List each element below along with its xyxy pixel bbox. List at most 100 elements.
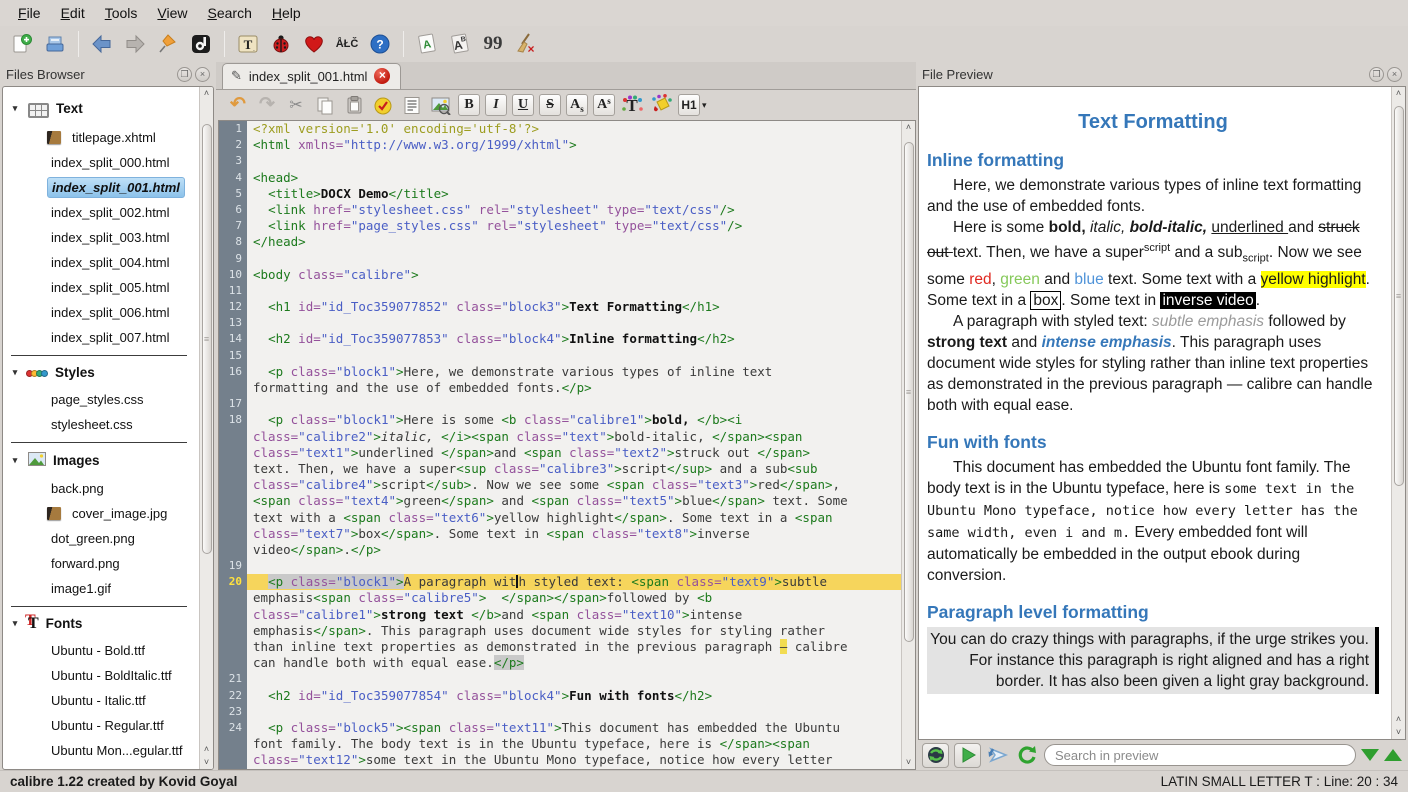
forward-button[interactable]	[121, 30, 149, 58]
section-header-fonts[interactable]: ▾TTFonts	[3, 609, 199, 638]
code-row[interactable]: class="text7">box</span>. Some text in <…	[219, 526, 901, 542]
file-item[interactable]: Ubuntu Mon...egular.ttf	[3, 738, 199, 763]
code-row[interactable]: class="text12">some text in the Ubuntu M…	[219, 752, 901, 768]
scroll-up-arrow[interactable]: ˄	[204, 87, 209, 100]
code-row[interactable]: 19	[219, 558, 901, 574]
code-row[interactable]: 17	[219, 396, 901, 412]
code-row[interactable]: emphasis<span class="calibre5"> </span><…	[219, 590, 901, 606]
text-color-button[interactable]: T	[620, 93, 644, 117]
file-item[interactable]: index_split_003.html	[3, 225, 199, 250]
code-row[interactable]: can handle both with equal ease.</p>	[219, 655, 901, 671]
code-row[interactable]: formatting and the use of embedded fonts…	[219, 380, 901, 396]
code-row[interactable]: 24 <p class="block5"><span class="text11…	[219, 720, 901, 736]
preview-scrollbar-thumb[interactable]: ≡	[1394, 106, 1404, 486]
code-row[interactable]: 10<body class="calibre">	[219, 267, 901, 283]
save-button[interactable]	[41, 30, 69, 58]
menu-file[interactable]: File	[8, 1, 51, 25]
close-panel-button[interactable]: ×	[1387, 67, 1402, 82]
file-item[interactable]: index_split_006.html	[3, 300, 199, 325]
file-item[interactable]: cover_image.jpg	[3, 501, 199, 526]
subscript-button[interactable]: As	[566, 94, 588, 116]
cut-button[interactable]: ✂	[284, 93, 308, 117]
code-row[interactable]: 6 <link href="stylesheet.css" rel="style…	[219, 202, 901, 218]
file-item[interactable]: index_split_002.html	[3, 200, 199, 225]
code-row[interactable]: class="calibre4">script</sub>. Now we se…	[219, 477, 901, 493]
file-item[interactable]: Ubuntu - Regular.ttf	[3, 713, 199, 738]
smarten-punctuation-button[interactable]: 99	[479, 30, 507, 58]
redo-button[interactable]: ↷	[255, 93, 279, 117]
code-row[interactable]: 21	[219, 671, 901, 687]
scroll-up-arrow[interactable]: ˄	[906, 121, 911, 134]
file-item[interactable]: dot_green.png	[3, 526, 199, 551]
chevron-down-icon[interactable]: ▾	[9, 455, 21, 466]
preview-scrollbar[interactable]: ˄ ≡ ˄ ˅	[1391, 87, 1405, 739]
calibre-logo-icon[interactable]	[187, 30, 215, 58]
code-row[interactable]: text with a <span class="text6">yellow h…	[219, 510, 901, 526]
code-row[interactable]: class="calibre1">strong text </b>and <sp…	[219, 607, 901, 623]
chevron-down-icon[interactable]: ▾	[9, 367, 21, 378]
file-item[interactable]: index_split_000.html	[3, 150, 199, 175]
bold-button[interactable]: B	[458, 94, 480, 116]
find-previous-icon[interactable]	[1384, 749, 1402, 761]
file-item[interactable]: image1.gif	[3, 576, 199, 601]
create-checkpoint-pin-icon[interactable]	[154, 30, 182, 58]
remove-unused-css-broom-icon[interactable]: ×	[512, 30, 540, 58]
code-row[interactable]: emphasis</span>. This paragraph uses doc…	[219, 623, 901, 639]
chevron-down-icon[interactable]: ▾	[9, 618, 21, 629]
new-file-button[interactable]	[8, 30, 36, 58]
scroll-up-arrow[interactable]: ˄	[1396, 87, 1401, 100]
code-row[interactable]: 14 <h2 id="id_Toc359077853" class="block…	[219, 331, 901, 347]
code-row-current[interactable]: 20 <p class="block1">A paragraph with st…	[219, 574, 901, 590]
section-header-images[interactable]: ▾Images	[3, 445, 199, 476]
editor-scrollbar-thumb[interactable]: ≡	[904, 142, 914, 642]
section-header-text[interactable]: ▾Text	[3, 91, 199, 125]
section-header-styles[interactable]: ▾Styles	[3, 358, 199, 387]
reload-preview-button[interactable]	[1015, 743, 1039, 767]
follow-cursor-button[interactable]	[986, 743, 1010, 767]
copy-button[interactable]	[313, 93, 337, 117]
chevron-down-icon[interactable]: ▾	[9, 103, 21, 114]
scroll-down-arrow[interactable]: ˅	[204, 756, 209, 769]
check-book-ladybug-icon[interactable]	[267, 30, 295, 58]
scroll-up-arrow[interactable]: ˄	[204, 743, 209, 756]
code-row[interactable]: 1<?xml version='1.0' encoding='utf-8'?>	[219, 121, 901, 137]
file-item[interactable]: index_split_007.html	[3, 325, 199, 350]
sidebar-scrollbar-thumb[interactable]: ≡	[202, 124, 212, 554]
scroll-down-arrow[interactable]: ˅	[1396, 726, 1401, 739]
file-item[interactable]: index_split_005.html	[3, 275, 199, 300]
float-panel-button[interactable]: ❒	[177, 67, 192, 82]
code-row[interactable]: 18 <p class="block1">Here is some <b cla…	[219, 412, 901, 428]
sidebar-scrollbar[interactable]: ˄ ≡ ˄ ˅	[199, 87, 213, 769]
insert-special-character-button[interactable]: ÅŁČ	[333, 30, 361, 58]
help-button[interactable]: ?	[366, 30, 394, 58]
scroll-up-arrow[interactable]: ˄	[1396, 713, 1401, 726]
file-item[interactable]: page_styles.css	[3, 387, 199, 412]
spell-check-button[interactable]: A	[413, 30, 441, 58]
file-item[interactable]: back.png	[3, 476, 199, 501]
tab-index-split-001[interactable]: ✎ index_split_001.html ×	[222, 63, 401, 89]
code-row[interactable]: 16 <p class="block1">Here, we demonstrat…	[219, 364, 901, 380]
code-row[interactable]: 4<head>	[219, 170, 901, 186]
code-row[interactable]: than inline text properties as demonstra…	[219, 639, 901, 655]
file-item[interactable]: Ubuntu - Italic.ttf	[3, 688, 199, 713]
paste-button[interactable]	[342, 93, 366, 117]
code-row[interactable]: 11	[219, 283, 901, 299]
menu-tools[interactable]: Tools	[95, 1, 148, 25]
back-button[interactable]	[88, 30, 116, 58]
code-row[interactable]: class="text1">underlined </span>and <spa…	[219, 445, 901, 461]
code-row[interactable]: 12 <h1 id="id_Toc359077852" class="block…	[219, 299, 901, 315]
editor-scrollbar[interactable]: ˄ ≡ ˅	[901, 121, 915, 769]
file-item[interactable]: index_split_004.html	[3, 250, 199, 275]
compare-ab-button[interactable]: AB	[446, 30, 474, 58]
code-row[interactable]: 5 <title>DOCX Demo</title>	[219, 186, 901, 202]
float-panel-button[interactable]: ❒	[1369, 67, 1384, 82]
code-row[interactable]: font family. The body text is in the Ubu…	[219, 736, 901, 752]
fix-html-button[interactable]	[371, 93, 395, 117]
file-item[interactable]: index_split_001.html	[3, 175, 199, 200]
menu-help[interactable]: Help	[262, 1, 311, 25]
code-row[interactable]: 13	[219, 315, 901, 331]
undo-button[interactable]: ↶	[226, 93, 250, 117]
code-row[interactable]: 23	[219, 704, 901, 720]
code-row[interactable]: video</span>.</p>	[219, 542, 901, 558]
code-row[interactable]: 7 <link href="page_styles.css" rel="styl…	[219, 218, 901, 234]
